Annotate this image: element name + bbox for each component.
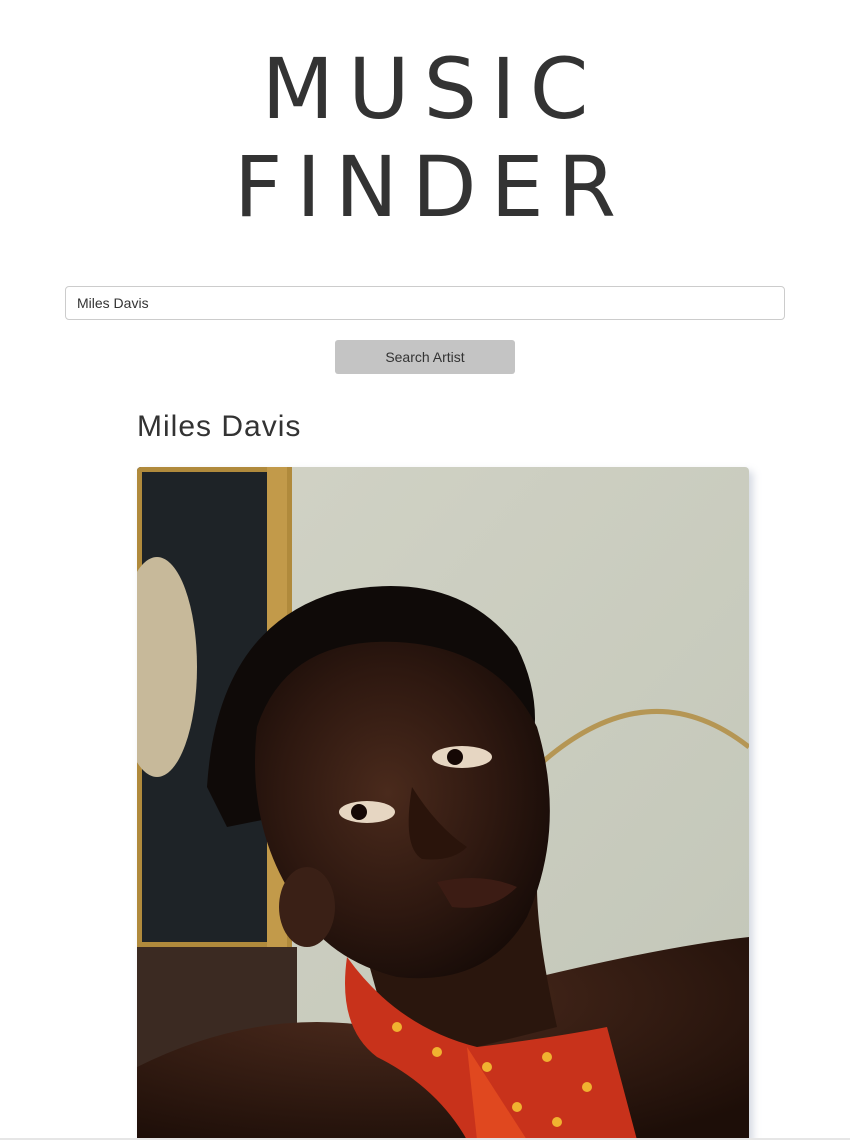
- artist-photo: [137, 467, 749, 1140]
- app-title: MUSIC FINDER: [0, 40, 850, 236]
- artist-name-heading: Miles Davis: [137, 410, 302, 443]
- artist-search-input[interactable]: [65, 286, 785, 320]
- app-title-line-2: FINDER: [233, 138, 631, 236]
- page: MUSIC FINDER Search Artist Miles Davis: [0, 0, 850, 1140]
- search-artist-button[interactable]: Search Artist: [335, 340, 515, 374]
- app-title-line-1: MUSIC: [261, 40, 603, 138]
